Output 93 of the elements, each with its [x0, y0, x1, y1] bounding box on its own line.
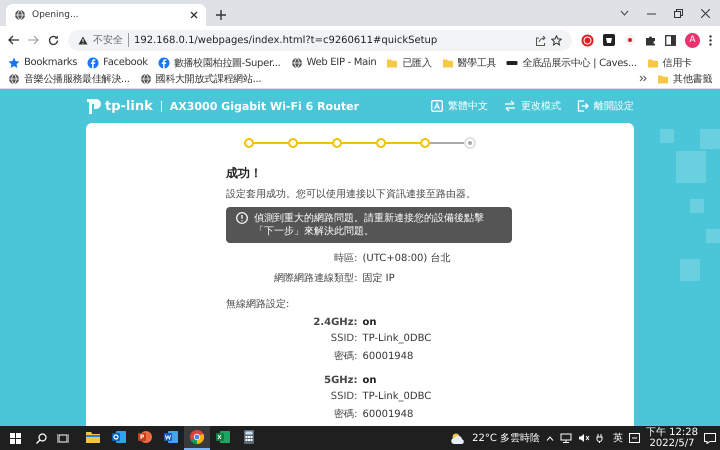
chevron-up-icon[interactable]: [546, 436, 554, 440]
warning-text: 偵測到重大的網路問題。請重新連接您的設備後點擊「下一步」來解決此問題。: [254, 212, 485, 238]
mail-app-icon[interactable]: [111, 429, 127, 445]
extension-icon[interactable]: [603, 34, 615, 46]
swap-arrows-icon: [504, 100, 516, 112]
close-icon[interactable]: [190, 11, 198, 19]
sidebar-icon[interactable]: [665, 34, 676, 46]
bookmark-item[interactable]: Facebook: [87, 55, 148, 70]
folder-icon: [386, 56, 398, 68]
band-label: 5GHz:: [323, 375, 358, 386]
bookmark-item[interactable]: 音樂公播服務最佳解決...: [8, 71, 130, 86]
globe-icon: [290, 56, 302, 68]
star-icon: [8, 56, 20, 68]
warning-icon: [78, 36, 88, 44]
exit-icon: [577, 100, 589, 112]
address-bar[interactable]: 不安全 192.168.0.1/webpages/index.html?t=c9260611#quickSetup: [68, 30, 572, 50]
share-icon[interactable]: [535, 34, 546, 46]
input-method-indicator[interactable]: 英: [613, 431, 623, 445]
field-value: TP-Link_0DBC: [362, 391, 432, 402]
field-value: 60001948: [362, 408, 414, 420]
weather-cloud-icon: [450, 432, 466, 444]
globe-icon: [140, 72, 152, 84]
band-status: on: [362, 317, 378, 328]
menu-icon[interactable]: [709, 34, 712, 46]
folder-icon: [442, 56, 454, 68]
reload-icon[interactable]: [48, 34, 59, 46]
browser-app-icon[interactable]: [189, 429, 205, 445]
slides-app-icon[interactable]: [137, 429, 153, 445]
close-icon[interactable]: [701, 8, 710, 18]
field-value: 60001948: [362, 350, 414, 362]
alert-icon: [236, 212, 248, 224]
back-arrow-icon[interactable]: [8, 35, 19, 45]
field-label: SSID:: [330, 391, 358, 402]
success-message: 設定套用成功。您可以使用連接以下資訊連接至路由器。: [226, 188, 477, 201]
maximize-icon[interactable]: [674, 8, 683, 18]
folder-icon: [646, 56, 659, 68]
browser-tab[interactable]: Opening...: [6, 4, 206, 26]
field-label: SSID:: [330, 333, 358, 344]
folder-icon: [657, 72, 670, 84]
speaker-muted-icon[interactable]: [578, 433, 590, 443]
field-value: (UTC+08:00) 台北: [362, 252, 452, 265]
profile-avatar[interactable]: A: [685, 32, 700, 48]
language-icon: [431, 100, 443, 112]
task-view-icon[interactable]: [57, 432, 69, 444]
facebook-icon: [158, 56, 170, 68]
field-label: 網際網路連線類型:: [273, 272, 358, 285]
section-heading: 無線網路設定:: [226, 298, 290, 311]
bookmark-item[interactable]: Bookmarks: [8, 55, 78, 70]
product-name: AX3000 Gigabit Wi-Fi 6 Router: [160, 100, 360, 112]
star-outline-icon[interactable]: [551, 34, 562, 46]
field-label: 密碼:: [333, 350, 358, 363]
globe-icon: [14, 9, 26, 21]
record-icon[interactable]: [581, 34, 594, 46]
bookmark-item[interactable]: 已匯入: [386, 55, 432, 70]
bookmark-item[interactable]: 醫學工具: [442, 55, 496, 70]
search-icon[interactable]: [36, 432, 46, 444]
spreadsheet-app-icon[interactable]: [215, 429, 231, 445]
field-label: 密碼:: [333, 408, 358, 421]
weather-text: 22°C 多雲時陰: [472, 432, 540, 445]
step-connector: [298, 142, 332, 144]
dot-icon[interactable]: [624, 34, 636, 46]
bookmark-item[interactable]: 數播校園柏拉圖-Super...: [158, 55, 280, 70]
band-label: 2.4GHz:: [312, 317, 358, 328]
folder-icon[interactable]: [85, 429, 101, 445]
field-label: 時區:: [333, 252, 358, 265]
calculator-icon[interactable]: [241, 429, 257, 445]
url-text: 192.168.0.1/webpages/index.html?t=c9260611#quickSetup: [134, 34, 438, 46]
chevron-down-icon[interactable]: [620, 10, 629, 16]
band-status: on: [362, 375, 378, 386]
bookmark-item[interactable]: 全底品展示中心 | Caves...: [506, 55, 637, 70]
step-connector: [342, 142, 376, 144]
step-connector: [386, 142, 420, 144]
new-tab-icon[interactable]: [216, 10, 226, 20]
bookmark-item[interactable]: Web EIP - Main: [290, 55, 376, 70]
step-connector: [430, 142, 464, 144]
chevron-double-right-icon[interactable]: [639, 75, 648, 82]
globe-icon: [8, 72, 20, 84]
puzzle-icon[interactable]: [645, 34, 656, 46]
facebook-icon: [87, 56, 100, 68]
success-title: 成功！: [226, 165, 263, 182]
security-label: 不安全: [93, 33, 129, 47]
bookmark-item[interactable]: 國科大開放式課程網站...: [140, 71, 262, 86]
clock[interactable]: 下午 12:28 2022/5/7: [646, 427, 698, 449]
step-connector: [254, 142, 288, 144]
bookmark-item[interactable]: 其他書籤: [657, 71, 712, 86]
document-app-icon[interactable]: [163, 429, 179, 445]
field-value: TP-Link_0DBC: [362, 333, 432, 344]
field-value: 固定 IP: [362, 272, 396, 285]
windows-logo-icon[interactable]: [10, 432, 20, 444]
bookmark-item[interactable]: 信用卡: [646, 55, 692, 70]
notification-icon[interactable]: [704, 432, 716, 444]
tab-title: Opening...: [32, 10, 80, 20]
brand-name: tp-link: [105, 98, 153, 114]
